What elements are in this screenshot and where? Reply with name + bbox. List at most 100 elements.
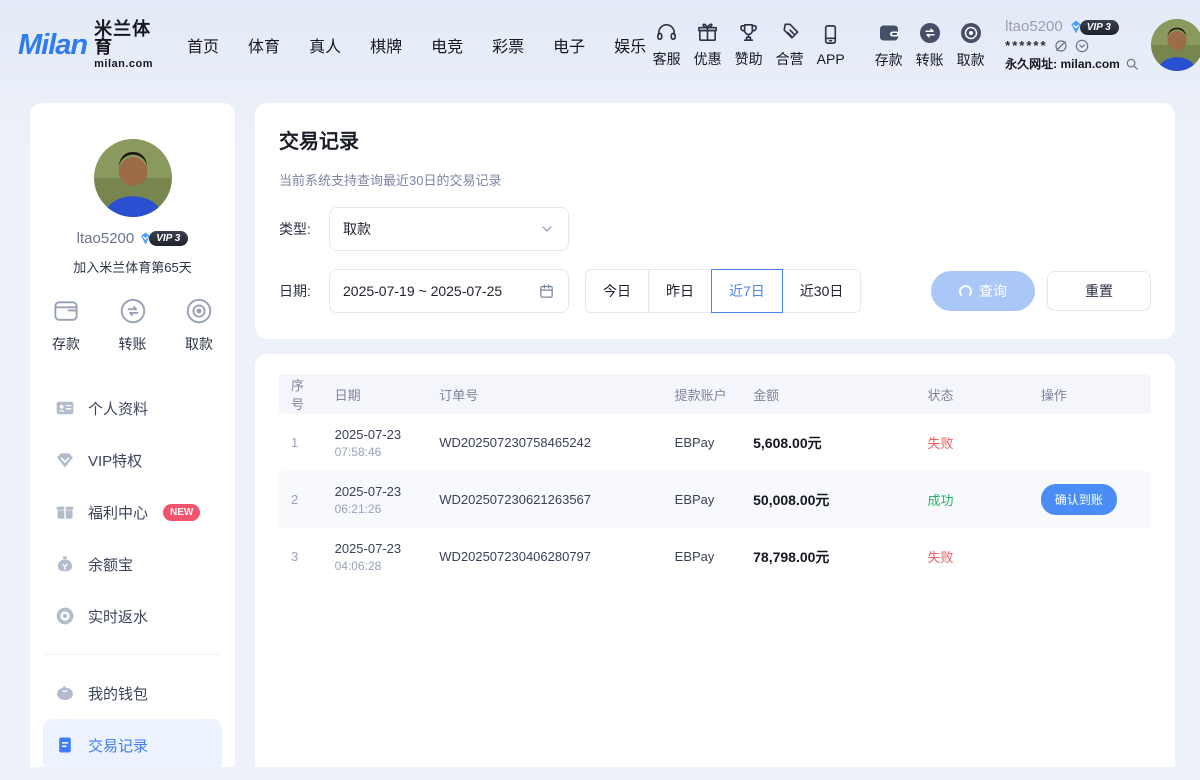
sidebar-item-profile[interactable]: 个人资料 xyxy=(43,382,222,434)
range-7days-button[interactable]: 近7日 xyxy=(711,269,783,313)
quick-action-label: 取款 xyxy=(185,334,213,354)
quick-deposit[interactable]: 存款 xyxy=(51,296,81,354)
nav-cards[interactable]: 棋牌 xyxy=(370,33,402,57)
row-index: 1 xyxy=(279,435,323,450)
row-datetime: 2025-07-23 07:58:46 xyxy=(323,427,428,459)
sidebar-item-yuebao[interactable]: 余额宝 xyxy=(43,538,222,590)
type-filter-row: 类型: 取款 xyxy=(279,207,1151,251)
chevron-down-icon xyxy=(539,221,555,237)
sidebar-vip-badge[interactable]: VIP 3 xyxy=(138,231,188,246)
reset-button[interactable]: 重置 xyxy=(1047,271,1151,311)
sidebar-item-label: 余额宝 xyxy=(88,554,133,575)
withdraw-icon xyxy=(184,296,214,326)
col-header-account: 提款账户 xyxy=(663,385,741,404)
sidebar-item-transactions[interactable]: 交易记录 xyxy=(43,719,222,767)
date-filter-row: 日期: 2025-07-19 ~ 2025-07-25 今日 昨日 近7日 近3… xyxy=(279,269,1151,313)
type-select-value: 取款 xyxy=(343,219,371,239)
table-header-row: 序号 日期 订单号 提款账户 金额 状态 操作 xyxy=(279,374,1151,414)
masked-balance-text: ****** xyxy=(1005,39,1047,53)
header-action-label: 优惠 xyxy=(694,49,722,69)
sidebar-item-benefits[interactable]: 福利中心 NEW xyxy=(43,486,222,538)
nav-slots[interactable]: 电子 xyxy=(553,33,585,57)
sidebar-item-rebate[interactable]: 实时返水 xyxy=(43,590,222,642)
row-amount: 78,798.00元 xyxy=(741,547,915,567)
header-customer-service[interactable]: 客服 xyxy=(646,21,687,69)
tag-icon xyxy=(778,21,801,44)
page-layout: ltao5200 VIP 3 加入米兰体育第65天 存款 转账 xyxy=(0,90,1200,767)
header-partnership[interactable]: 合营 xyxy=(769,21,810,69)
table-row: 3 2025-07-23 04:06:28 WD2025072304062807… xyxy=(279,528,1151,585)
withdraw-icon xyxy=(959,21,983,45)
row-account: EBPay xyxy=(663,492,741,507)
header-transfer[interactable]: 转账 xyxy=(909,21,950,70)
nav-home[interactable]: 首页 xyxy=(187,33,219,57)
money-bag-icon xyxy=(55,554,75,574)
row-account: EBPay xyxy=(663,435,741,450)
row-order-no: WD202507230758465242 xyxy=(427,435,662,450)
user-avatar[interactable] xyxy=(1151,19,1200,71)
header-action-label: 合营 xyxy=(776,49,804,69)
col-header-order: 订单号 xyxy=(427,385,662,404)
transfer-icon xyxy=(918,21,942,45)
user-info-block: ltao5200 VIP 3 ****** 永久网址: milan.c xyxy=(1005,19,1137,72)
col-header-action: 操作 xyxy=(1029,385,1151,404)
col-header-no: 序号 xyxy=(279,375,323,413)
header-wallet-label: 转账 xyxy=(916,50,944,70)
transaction-note-icon xyxy=(55,735,75,755)
header-deposit[interactable]: 存款 xyxy=(868,21,909,70)
sidebar-avatar[interactable] xyxy=(94,139,172,217)
confirm-received-button[interactable]: 确认到账 xyxy=(1041,484,1117,515)
row-order-no: WD202507230621263567 xyxy=(427,492,662,507)
quick-withdraw[interactable]: 取款 xyxy=(184,296,214,354)
wallet-icon xyxy=(877,21,901,45)
nav-esports[interactable]: 电竞 xyxy=(431,33,463,57)
sidebar-username: ltao5200 xyxy=(77,230,135,247)
row-datetime: 2025-07-23 04:06:28 xyxy=(323,541,428,573)
eye-off-icon[interactable] xyxy=(1053,38,1069,54)
profile-sidebar: ltao5200 VIP 3 加入米兰体育第65天 存款 转账 xyxy=(30,103,235,767)
nav-sports[interactable]: 体育 xyxy=(248,33,280,57)
type-select[interactable]: 取款 xyxy=(329,207,569,251)
header-wallet-label: 存款 xyxy=(875,50,903,70)
sidebar-item-vip[interactable]: VIP特权 xyxy=(43,434,222,486)
header-withdraw[interactable]: 取款 xyxy=(950,21,991,70)
logo-cn-text: 米兰体育 xyxy=(94,20,153,56)
row-time: 07:58:46 xyxy=(335,445,416,459)
chevron-down-circle-icon[interactable] xyxy=(1074,38,1090,54)
gem-icon xyxy=(55,450,75,470)
type-label: 类型: xyxy=(279,219,329,239)
logo-domain-text: milan.com xyxy=(94,59,153,70)
range-yesterday-button[interactable]: 昨日 xyxy=(648,269,712,313)
nav-lottery[interactable]: 彩票 xyxy=(492,33,524,57)
table-body: 1 2025-07-23 07:58:46 WD2025072307584652… xyxy=(279,414,1151,585)
query-button[interactable]: 查询 xyxy=(931,271,1035,311)
row-status: 失败 xyxy=(916,433,1029,452)
logo-script-text: Milan xyxy=(18,29,87,62)
magnifier-icon[interactable] xyxy=(1125,57,1139,71)
transfer-icon xyxy=(118,296,148,326)
nav-live[interactable]: 真人 xyxy=(309,33,341,57)
range-today-button[interactable]: 今日 xyxy=(585,269,649,313)
wallet-icon xyxy=(51,296,81,326)
quick-action-label: 转账 xyxy=(119,334,147,354)
nav-entertainment[interactable]: 娱乐 xyxy=(614,33,646,57)
range-30days-button[interactable]: 近30日 xyxy=(782,269,862,313)
header-sponsorship[interactable]: 赞助 xyxy=(728,21,769,69)
query-button-label: 查询 xyxy=(979,281,1007,301)
row-date: 2025-07-23 xyxy=(335,484,416,499)
new-badge: NEW xyxy=(163,504,200,521)
header-app-download[interactable]: APP xyxy=(810,23,851,67)
row-index: 2 xyxy=(279,492,323,507)
username-text: ltao5200 xyxy=(1005,19,1063,36)
quick-transfer[interactable]: 转账 xyxy=(118,296,148,354)
header-action-label: APP xyxy=(817,51,845,67)
calendar-icon xyxy=(538,283,555,300)
main-content: 交易记录 当前系统支持查询最近30日的交易记录 类型: 取款 日期: 2025-… xyxy=(255,103,1175,767)
sidebar-item-label: 我的钱包 xyxy=(88,683,148,704)
date-range-value: 2025-07-19 ~ 2025-07-25 xyxy=(343,283,502,299)
brand-logo[interactable]: Milan 米兰体育 milan.com xyxy=(18,20,153,70)
header-promotions[interactable]: 优惠 xyxy=(687,21,728,69)
vip-badge[interactable]: VIP 3 xyxy=(1068,19,1119,35)
date-range-input[interactable]: 2025-07-19 ~ 2025-07-25 xyxy=(329,269,569,313)
sidebar-item-wallet[interactable]: 我的钱包 xyxy=(43,667,222,719)
